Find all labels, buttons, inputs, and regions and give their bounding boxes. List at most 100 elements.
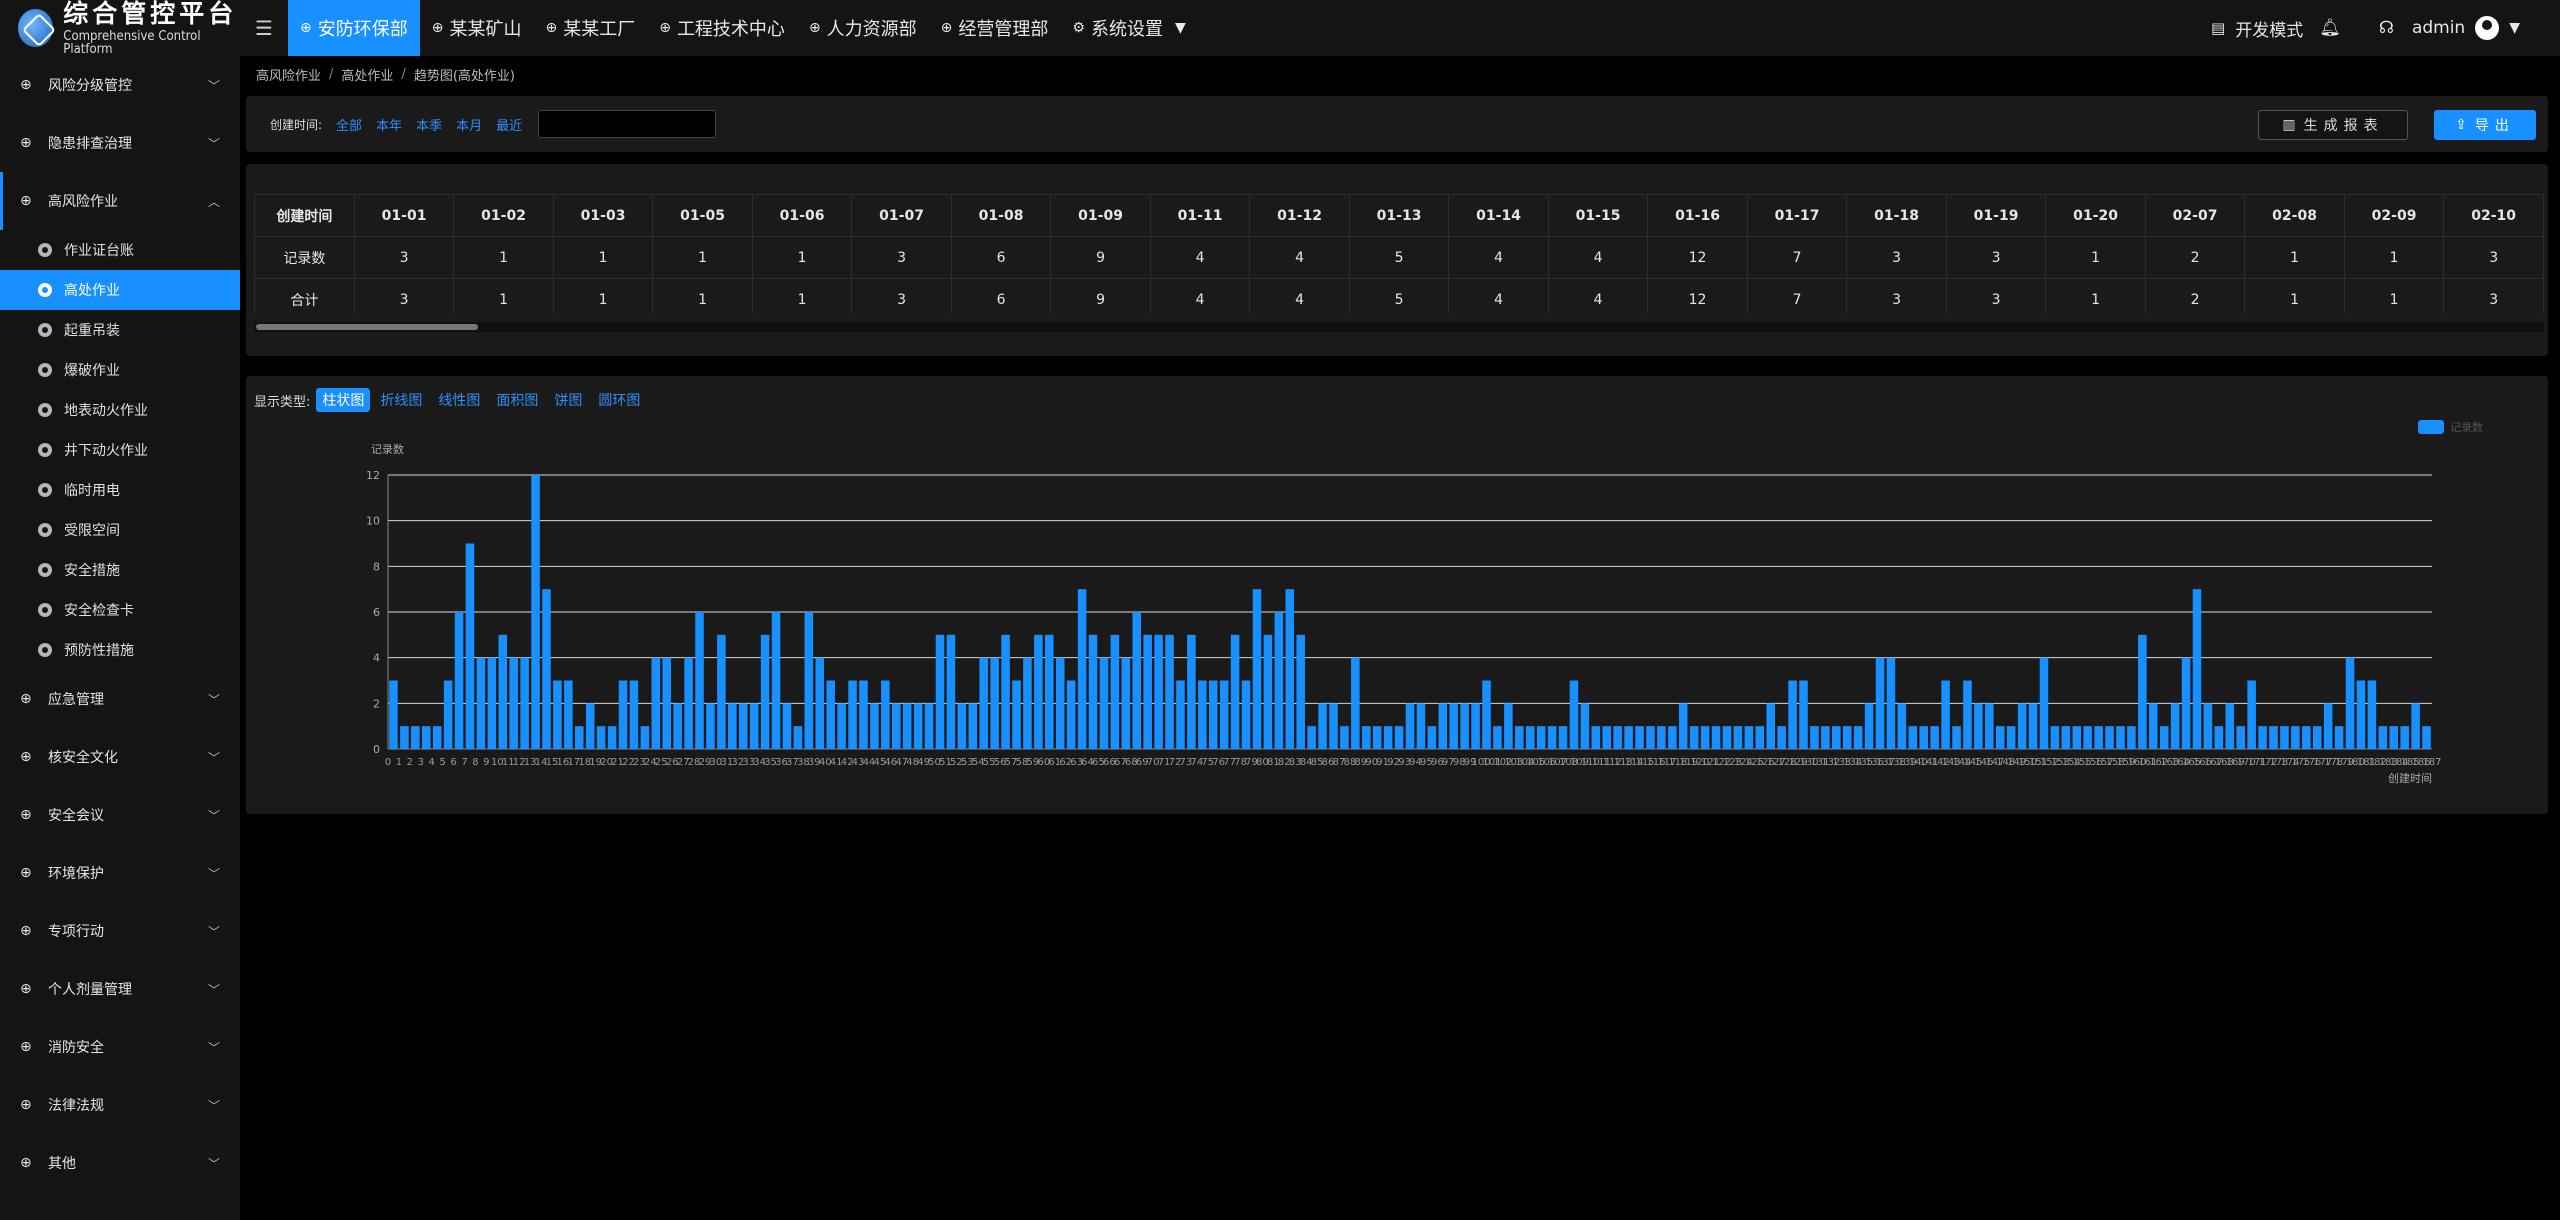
bar[interactable] (2367, 680, 2377, 750)
bar[interactable] (2312, 726, 2322, 749)
bar[interactable] (1711, 726, 1721, 749)
bar[interactable] (815, 657, 825, 749)
filter-link[interactable]: 全部 (336, 115, 362, 134)
sidebar-item[interactable]: ⊕ 高风险作业 ︿ (0, 172, 240, 230)
filter-link[interactable]: 本季 (416, 115, 442, 134)
bar[interactable] (1842, 726, 1852, 749)
bar[interactable] (454, 612, 464, 749)
bar[interactable] (1941, 680, 1950, 750)
bar[interactable] (2181, 657, 2191, 749)
bell-icon[interactable]: 🔔︎ (2319, 18, 2341, 38)
bar[interactable] (1853, 726, 1863, 749)
bar[interactable] (749, 703, 759, 749)
bar[interactable] (2214, 726, 2224, 749)
bar[interactable] (421, 726, 431, 749)
bar[interactable] (1241, 680, 1251, 750)
bar[interactable] (520, 657, 529, 749)
bar[interactable] (1525, 726, 1535, 749)
bar[interactable] (837, 703, 846, 749)
bar[interactable] (607, 726, 617, 749)
sidebar-item[interactable]: ⊕ 其他 ﹀ (0, 1134, 240, 1192)
bar[interactable] (782, 703, 792, 749)
sidebar-item[interactable]: ⊕ 个人剂量管理 ﹀ (0, 960, 240, 1018)
bar[interactable] (2149, 703, 2158, 749)
bar[interactable] (662, 657, 671, 749)
bar[interactable] (1864, 703, 1874, 749)
bar[interactable] (2072, 726, 2082, 749)
bar[interactable] (2203, 703, 2213, 749)
bar[interactable] (1493, 726, 1502, 749)
bar[interactable] (2170, 703, 2180, 749)
bar[interactable] (1066, 680, 1076, 750)
sidebar-subitem[interactable]: 高处作业 (0, 270, 240, 310)
bar[interactable] (979, 657, 988, 749)
bar[interactable] (1602, 726, 1612, 749)
bar[interactable] (1930, 726, 1939, 749)
bar[interactable] (2138, 634, 2147, 749)
bar[interactable] (432, 726, 442, 749)
bar[interactable] (2334, 726, 2344, 749)
bar[interactable] (2323, 703, 2333, 749)
bar[interactable] (2039, 657, 2049, 749)
bar[interactable] (1689, 726, 1699, 749)
bar[interactable] (1023, 657, 1032, 749)
bar[interactable] (2389, 726, 2399, 749)
bar[interactable] (1897, 703, 1907, 749)
bar[interactable] (1208, 680, 1218, 750)
bar[interactable] (1471, 703, 1480, 749)
bar[interactable] (2422, 726, 2431, 749)
scrollbar-thumb[interactable] (256, 324, 478, 330)
bar[interactable] (1875, 657, 1885, 749)
bar[interactable] (1055, 657, 1065, 749)
user-name[interactable]: admin (2412, 18, 2465, 38)
generate-report-button[interactable]: ▥ 生成报表 (2258, 110, 2408, 140)
bar[interactable] (1307, 726, 1316, 749)
bar[interactable] (1372, 726, 1382, 749)
sidebar-subitem[interactable]: 受限空间 (0, 510, 240, 550)
bar[interactable] (1285, 589, 1295, 749)
bar[interactable] (1176, 680, 1185, 750)
bar[interactable] (411, 726, 420, 749)
bar[interactable] (968, 703, 978, 749)
bar[interactable] (957, 703, 967, 749)
bar[interactable] (1832, 726, 1841, 749)
bar[interactable] (1744, 726, 1754, 749)
bar[interactable] (848, 680, 857, 750)
bar[interactable] (859, 680, 868, 750)
bar[interactable] (1230, 634, 1240, 749)
bar[interactable] (1558, 726, 1568, 749)
sidebar-subitem[interactable]: 预防性措施 (0, 630, 240, 670)
export-button[interactable]: ⇪ 导出 (2434, 110, 2536, 140)
bar[interactable] (1974, 703, 1983, 749)
bar[interactable] (2083, 726, 2092, 749)
sidebar-subitem[interactable]: 安全措施 (0, 550, 240, 590)
bar[interactable] (870, 703, 879, 749)
bar[interactable] (913, 703, 923, 749)
bar[interactable] (1252, 589, 1262, 749)
bar[interactable] (2280, 726, 2289, 749)
bar[interactable] (2116, 726, 2125, 749)
bar[interactable] (1952, 726, 1961, 749)
bar[interactable] (476, 657, 486, 749)
bar[interactable] (1536, 726, 1546, 749)
bar[interactable] (1034, 634, 1043, 749)
bar[interactable] (465, 543, 475, 750)
nav-item-5[interactable]: ⊕ 经营管理部 (929, 0, 1061, 56)
sidebar-subitem[interactable]: 作业证台账 (0, 230, 240, 270)
bar[interactable] (924, 703, 934, 749)
bar[interactable] (2225, 703, 2235, 749)
bar[interactable] (1187, 634, 1196, 749)
bar[interactable] (826, 680, 835, 750)
bar[interactable] (651, 657, 661, 749)
bar[interactable] (990, 657, 999, 749)
bar[interactable] (564, 680, 573, 750)
bar[interactable] (1722, 726, 1732, 749)
dev-mode-label[interactable]: 开发模式 (2235, 16, 2303, 41)
sidebar-item[interactable]: ⊕ 法律法规 ﹀ (0, 1076, 240, 1134)
bar[interactable] (1198, 680, 1207, 750)
bar[interactable] (728, 703, 737, 749)
bar[interactable] (738, 703, 748, 749)
sidebar-item[interactable]: ⊕ 应急管理 ﹀ (0, 670, 240, 728)
bar[interactable] (881, 680, 890, 750)
bar[interactable] (1329, 703, 1338, 749)
